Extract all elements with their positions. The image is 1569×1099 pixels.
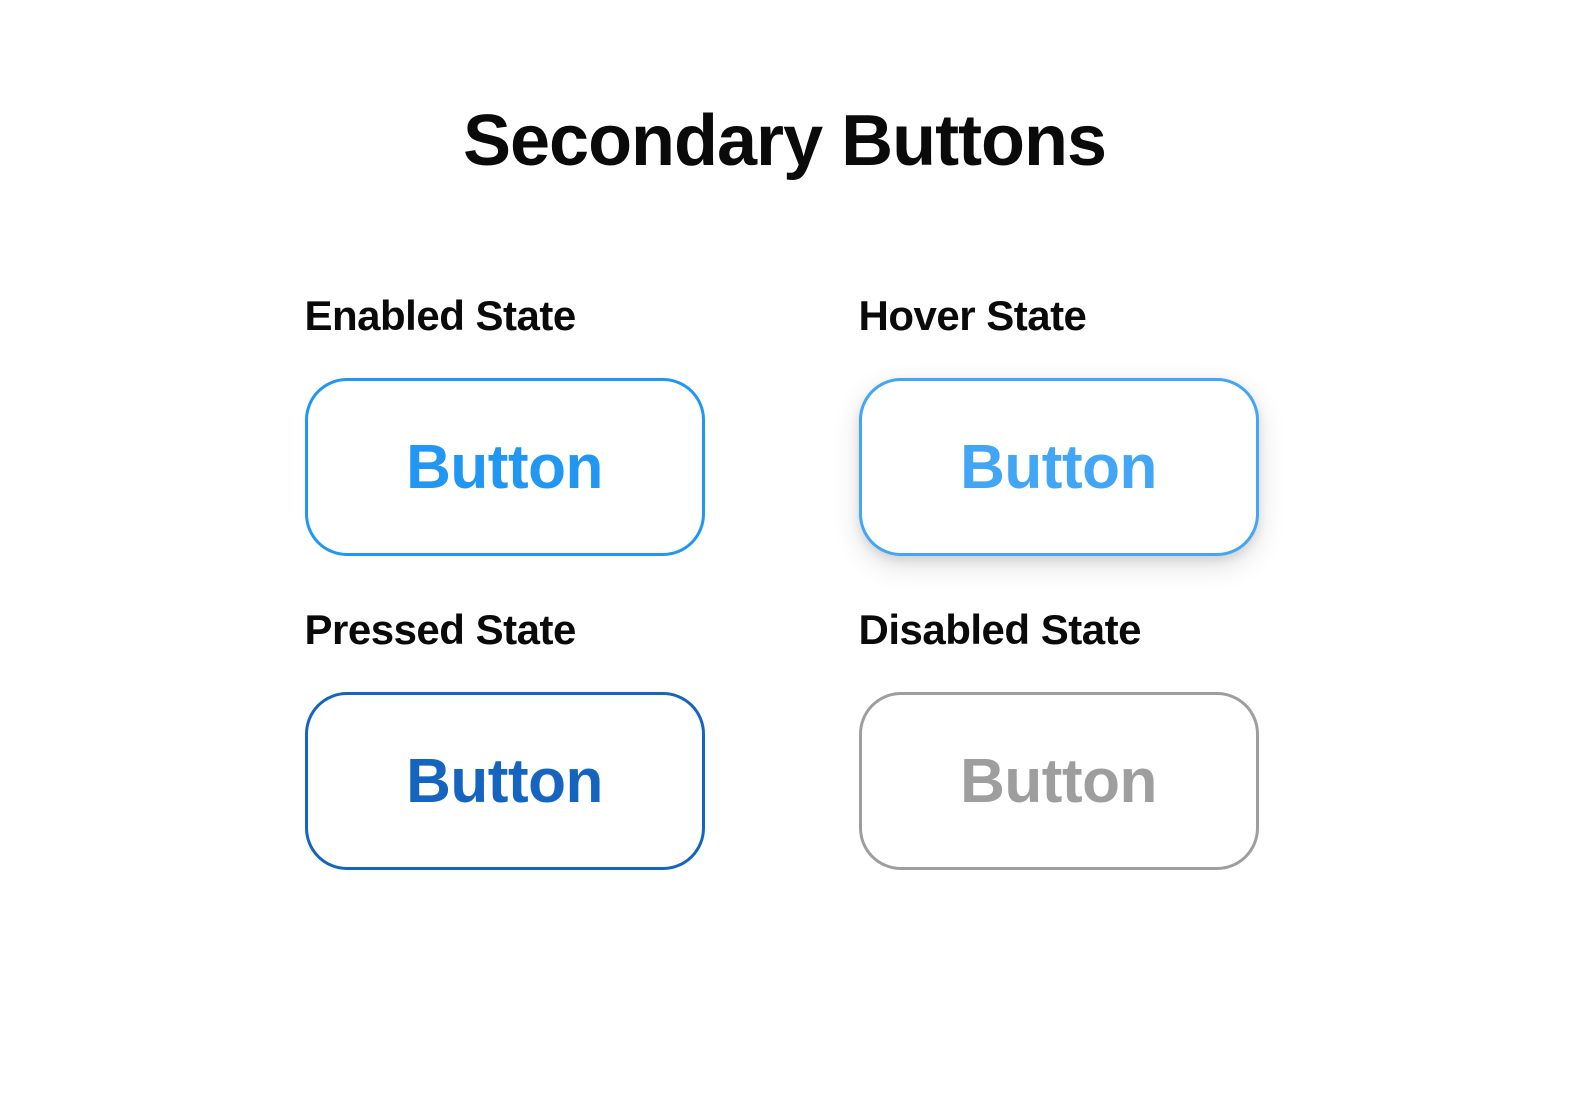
- enabled-state-block: Enabled State Button: [305, 292, 711, 556]
- button-text: Button: [960, 432, 1157, 503]
- button-text: Button: [406, 432, 603, 503]
- page-title: Secondary Buttons: [463, 100, 1106, 182]
- disabled-state-label: Disabled State: [859, 606, 1265, 654]
- button-text: Button: [406, 746, 603, 817]
- button-states-grid: Enabled State Button Hover State Button …: [305, 292, 1265, 870]
- hover-state-block: Hover State Button: [859, 292, 1265, 556]
- enabled-state-label: Enabled State: [305, 292, 711, 340]
- secondary-button-pressed[interactable]: Button: [305, 692, 705, 870]
- hover-state-label: Hover State: [859, 292, 1265, 340]
- pressed-state-label: Pressed State: [305, 606, 711, 654]
- pressed-state-block: Pressed State Button: [305, 606, 711, 870]
- secondary-button-enabled[interactable]: Button: [305, 378, 705, 556]
- style-guide-container: Secondary Buttons Enabled State Button H…: [0, 0, 1569, 870]
- button-text: Button: [960, 746, 1157, 817]
- secondary-button-disabled: Button: [859, 692, 1259, 870]
- secondary-button-hover[interactable]: Button: [859, 378, 1259, 556]
- disabled-state-block: Disabled State Button: [859, 606, 1265, 870]
